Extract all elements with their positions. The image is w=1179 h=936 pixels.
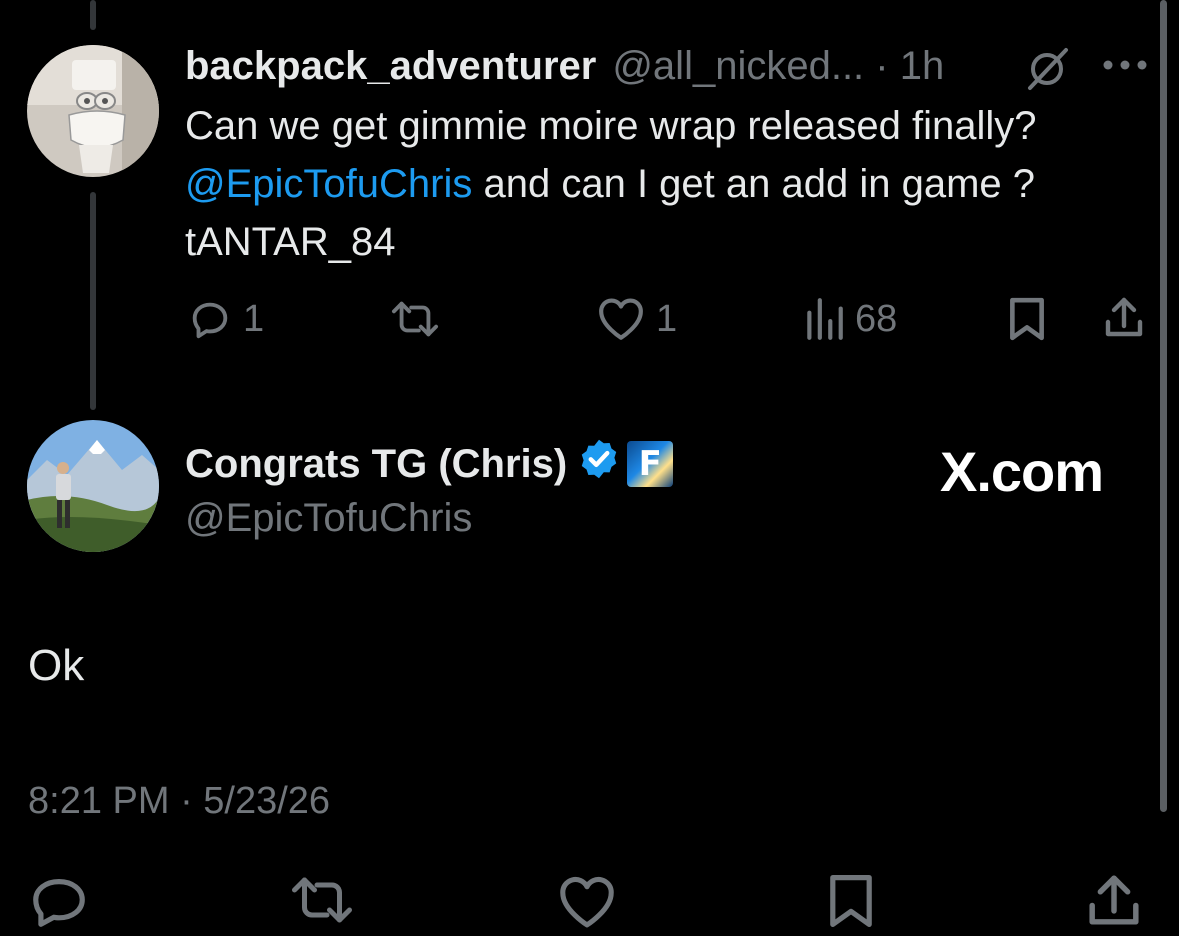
reply-icon: [192, 302, 228, 339]
repost-icon: [292, 877, 352, 923]
avatar[interactable]: [27, 420, 159, 552]
bookmark-icon: [1010, 297, 1044, 341]
bookmark-button[interactable]: [1006, 296, 1048, 342]
share-icon: [1089, 875, 1139, 925]
verified-badge-icon: [577, 437, 621, 491]
tweet-text: Ok: [28, 641, 85, 690]
grok-icon[interactable]: [1022, 44, 1072, 99]
handle-time[interactable]: @all_nicked... · 1h: [612, 44, 944, 89]
bookmark-button[interactable]: [825, 872, 877, 935]
share-button[interactable]: [1084, 870, 1144, 935]
like-count: 1: [656, 297, 678, 340]
views-count: 68: [855, 297, 898, 340]
tweet-text-part: Can we get gimmie moire wrap released fi…: [185, 104, 1037, 148]
affiliate-badge-letter: F: [638, 444, 662, 484]
tweet-header: backpack_adventurer @all_nicked... · 1h: [185, 38, 944, 94]
views-button[interactable]: 68: [803, 296, 897, 342]
reply-count: 1: [243, 297, 265, 340]
more-icon[interactable]: [1102, 58, 1148, 77]
affiliate-badge-icon[interactable]: F: [627, 441, 674, 487]
repost-button[interactable]: [287, 872, 357, 933]
reply-button[interactable]: [28, 872, 90, 935]
display-name[interactable]: backpack_adventurer: [185, 44, 596, 89]
repost-icon: [392, 301, 439, 337]
x-watermark: X.com: [940, 440, 1104, 503]
tweet-text: Can we get gimmie moire wrap released fi…: [185, 97, 1145, 271]
scrollbar[interactable]: [1160, 0, 1167, 812]
reply-icon: [33, 879, 85, 927]
share-button[interactable]: [1101, 294, 1147, 342]
heart-icon: [560, 876, 614, 928]
repost-button[interactable]: [388, 296, 442, 342]
like-button[interactable]: [556, 874, 618, 935]
author-header: Congrats TG (Chris) F: [185, 436, 674, 492]
avatar[interactable]: [27, 45, 159, 177]
thread-connector-top: [90, 0, 96, 30]
heart-icon: [599, 298, 643, 340]
thread-connector: [90, 192, 96, 410]
author-handle[interactable]: @EpicTofuChris: [185, 490, 472, 546]
views-icon: [807, 298, 843, 340]
bookmark-icon: [830, 875, 872, 927]
timestamp[interactable]: 8:21 PM · 5/23/26: [28, 776, 330, 826]
mention-link[interactable]: @EpicTofuChris: [185, 162, 472, 206]
reply-button[interactable]: 1: [187, 296, 264, 342]
share-icon: [1105, 297, 1143, 337]
like-button[interactable]: 1: [596, 296, 677, 342]
display-name[interactable]: Congrats TG (Chris): [185, 442, 567, 487]
